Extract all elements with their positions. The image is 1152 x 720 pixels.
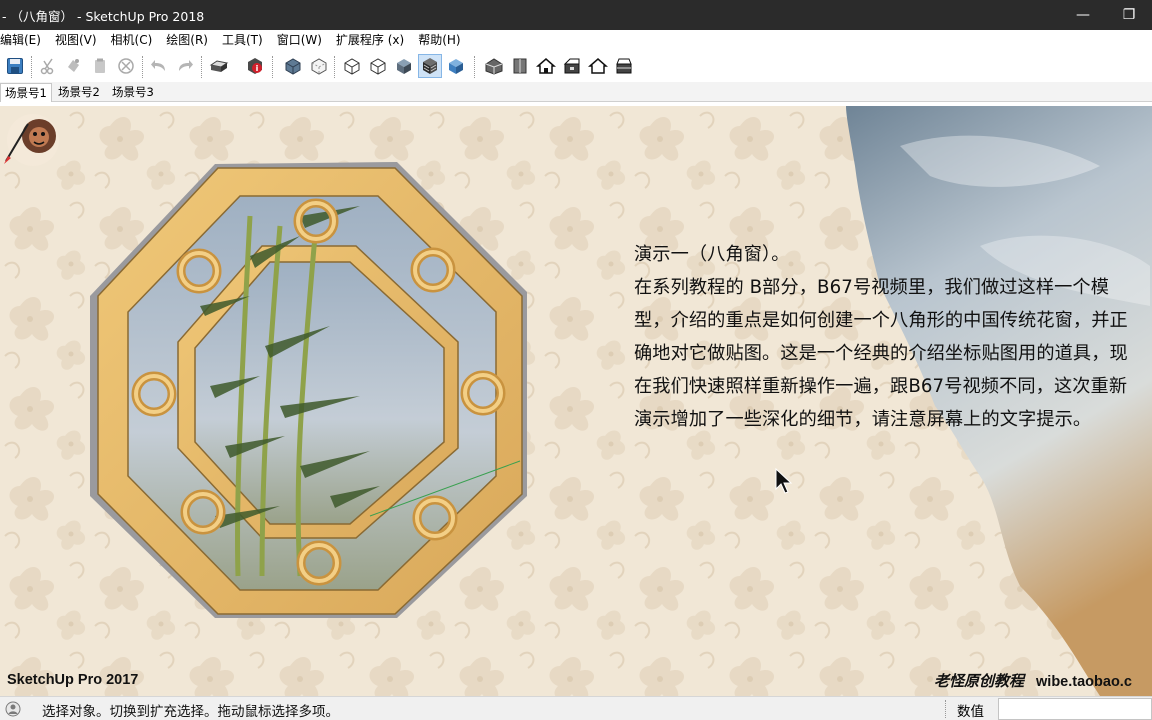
caption-line: 在我们快速照样重新操作一遍，跟B67号视频不同，这次重新	[634, 376, 1128, 397]
model-info-button[interactable]: i	[243, 54, 267, 78]
tutorial-caption: 演示一（八角窗）。 在系列教程的 B部分，B67号视频里，我们做过这样一个模 型…	[634, 238, 1152, 436]
left-view-button[interactable]	[612, 54, 636, 78]
undo-icon	[151, 60, 165, 71]
iso-view-icon	[485, 58, 503, 75]
erase-button[interactable]	[114, 54, 138, 78]
caption-line: 型，介绍的重点是如何创建一个八角形的中国传统花窗，并正	[634, 310, 1128, 331]
menu-bar: 编辑(E) 视图(V) 相机(C) 绘图(R) 工具(T) 窗口(W) 扩展程序…	[0, 30, 1152, 51]
menu-extensions[interactable]: 扩展程序 (x)	[329, 30, 411, 51]
menu-tools[interactable]: 工具(T)	[215, 30, 270, 51]
print-button[interactable]	[207, 54, 231, 78]
scene-tab-3[interactable]: 场景号3	[108, 83, 158, 102]
redo-button[interactable]	[173, 54, 197, 78]
xray-button[interactable]	[281, 54, 305, 78]
wireframe-icon	[344, 58, 360, 75]
iso-view-button[interactable]	[482, 54, 506, 78]
scene-tab-2[interactable]: 场景号2	[54, 83, 104, 102]
hidden-line-button[interactable]	[366, 54, 390, 78]
back-edges-button[interactable]	[307, 54, 331, 78]
scene-tab-1[interactable]: 场景号1	[0, 83, 52, 102]
undo-button[interactable]	[147, 54, 171, 78]
cut-icon	[40, 58, 54, 75]
xray-icon	[285, 58, 301, 75]
menu-draw[interactable]: 绘图(R)	[159, 30, 215, 51]
menu-camera[interactable]: 相机(C)	[104, 30, 160, 51]
hidden-line-icon	[370, 58, 386, 75]
shaded-with-textures-icon	[423, 58, 437, 74]
paste-icon	[95, 58, 105, 73]
model-viewport[interactable]: 演示一（八角窗）。 在系列教程的 B部分，B67号视频里，我们做过这样一个模 型…	[0, 106, 1152, 696]
back-view-button[interactable]	[586, 54, 610, 78]
maximize-icon: ❐	[1122, 7, 1136, 23]
monochrome-button[interactable]	[444, 54, 468, 78]
title-bar: - （八角窗） - SketchUp Pro 2018 — ❐	[0, 0, 1152, 30]
menu-window[interactable]: 窗口(W)	[270, 30, 329, 51]
maximize-button[interactable]: ❐	[1106, 0, 1152, 30]
minimize-button[interactable]: —	[1060, 0, 1106, 30]
paste-button[interactable]	[88, 54, 112, 78]
caption-line: 确地对它做贴图。这是一个经典的介绍坐标贴图用的道具，现	[634, 343, 1128, 364]
svg-text:i: i	[256, 64, 259, 73]
right-view-icon	[563, 58, 580, 74]
monochrome-icon	[449, 59, 463, 74]
status-divider	[945, 700, 946, 718]
right-view-button[interactable]	[560, 54, 584, 78]
caption-line: 在系列教程的 B部分，B67号视频里，我们做过这样一个模	[634, 277, 1109, 298]
back-view-icon	[588, 58, 608, 74]
caption-line: 演示一（八角窗）。	[634, 244, 790, 265]
top-view-button[interactable]	[508, 54, 532, 78]
shaded-button[interactable]	[392, 54, 416, 78]
measurements-input[interactable]	[998, 698, 1152, 720]
shaded-icon	[397, 59, 411, 74]
window-title: - （八角窗） - SketchUp Pro 2018	[2, 8, 205, 24]
caption-line: 演示增加了一些深化的细节，请注意屏幕上的文字提示。	[634, 409, 1092, 430]
erase-icon	[118, 58, 134, 74]
front-view-icon	[536, 58, 556, 74]
save-icon	[7, 58, 23, 74]
minimize-icon: —	[1076, 7, 1090, 23]
model-info-icon: i	[248, 58, 262, 74]
menu-edit[interactable]: 编辑(E)	[0, 30, 48, 51]
menu-view[interactable]: 视图(V)	[48, 30, 104, 51]
toolbar: i	[0, 51, 1152, 82]
user-status-icon[interactable]	[5, 701, 21, 717]
measurements-label: 数值	[957, 704, 984, 720]
status-bar: 选择对象。切换到扩充选择。拖动鼠标选择多项。 数值	[0, 696, 1152, 720]
redo-icon	[179, 60, 193, 71]
left-view-icon	[616, 58, 632, 74]
author-watermark: 老怪原创教程 wibe.taobao.c	[934, 670, 1132, 691]
menu-help[interactable]: 帮助(H)	[411, 30, 467, 51]
front-view-button[interactable]	[534, 54, 558, 78]
shaded-with-textures-button[interactable]	[418, 54, 442, 78]
author-site: wibe.taobao.c	[1036, 674, 1132, 690]
save-button[interactable]	[3, 54, 27, 78]
back-edges-icon	[311, 58, 327, 75]
scene-tabs: 场景号1 场景号2 场景号3	[0, 82, 1152, 102]
mouse-cursor-icon	[775, 468, 793, 494]
version-watermark: SketchUp Pro 2017	[7, 672, 139, 688]
status-message: 选择对象。切换到扩充选择。拖动鼠标选择多项。	[42, 704, 339, 720]
top-view-icon	[513, 58, 527, 74]
wireframe-button[interactable]	[340, 54, 364, 78]
copy-icon	[68, 59, 79, 72]
author-name: 老怪原创教程	[934, 672, 1025, 690]
copy-button[interactable]	[62, 54, 86, 78]
cut-button[interactable]	[36, 54, 60, 78]
print-icon	[209, 60, 229, 72]
